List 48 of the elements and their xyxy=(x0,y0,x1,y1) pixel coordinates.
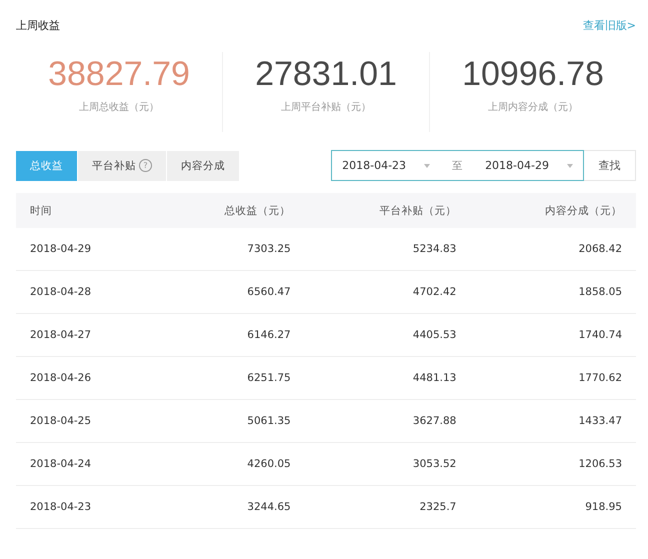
column-header: 总收益（元） xyxy=(156,193,305,228)
table-cell: 2018-04-23 xyxy=(16,486,156,528)
stat-label: 上周总收益（元） xyxy=(79,100,159,114)
table-cell: 3053.52 xyxy=(304,442,470,486)
table-cell: 1740.74 xyxy=(470,314,636,356)
table-cell: 2018-04-25 xyxy=(16,400,156,442)
table-cell: 7303.25 xyxy=(156,228,305,270)
table-cell: 1433.47 xyxy=(470,400,636,442)
column-header: 平台补贴（元） xyxy=(304,193,470,228)
table-cell: 1858.05 xyxy=(470,270,636,314)
table-cell: 3244.65 xyxy=(156,486,305,528)
table-cell: 2018-04-26 xyxy=(16,356,156,400)
table-cell: 2018-04-28 xyxy=(16,270,156,314)
caret-icon xyxy=(424,164,430,168)
caret-icon xyxy=(567,164,573,168)
table-cell: 4481.13 xyxy=(304,356,470,400)
tab[interactable]: 内容分成 xyxy=(167,150,240,180)
end-date-dropdown[interactable]: 2018-04-29 xyxy=(485,159,573,172)
table-cell: 2018-04-29 xyxy=(16,228,156,270)
table-cell: 6146.27 xyxy=(156,314,305,356)
section-title: 上周收益 xyxy=(16,18,60,32)
stat-value: 38827.79 xyxy=(48,54,190,95)
table-cell: 4260.05 xyxy=(156,442,305,486)
stat-value: 10996.78 xyxy=(462,54,604,95)
table-cell: 4702.42 xyxy=(304,270,470,314)
table-cell: 2325.7 xyxy=(304,486,470,528)
table-cell: 2068.42 xyxy=(470,228,636,270)
table-cell: 5061.35 xyxy=(156,400,305,442)
table-cell: 6560.47 xyxy=(156,270,305,314)
table-cell: 918.95 xyxy=(470,486,636,528)
table-cell: 3627.88 xyxy=(304,400,470,442)
table-cell: 1206.53 xyxy=(470,442,636,486)
column-header: 内容分成（元） xyxy=(470,193,636,228)
table-cell: 5234.83 xyxy=(304,228,470,270)
stat-value: 27831.01 xyxy=(255,54,397,95)
stat-label: 上周内容分成（元） xyxy=(488,100,578,114)
table-cell: 1770.62 xyxy=(470,356,636,400)
date-range-field[interactable]: 2018-04-23 至 2018-04-29 xyxy=(331,150,584,181)
column-header: 时间 xyxy=(16,193,156,228)
table-cell: 2018-04-27 xyxy=(16,314,156,356)
start-date-dropdown[interactable]: 2018-04-23 xyxy=(342,159,430,172)
date-separator: 至 xyxy=(451,158,464,172)
table-cell: 6251.75 xyxy=(156,356,305,400)
stat-label: 上周平台补贴（元） xyxy=(281,100,371,114)
search-button[interactable]: 查找 xyxy=(584,150,636,181)
table-cell: 2018-04-24 xyxy=(16,442,156,486)
table-cell: 4405.53 xyxy=(304,314,470,356)
tab[interactable]: 平台补贴 ? xyxy=(78,150,167,180)
